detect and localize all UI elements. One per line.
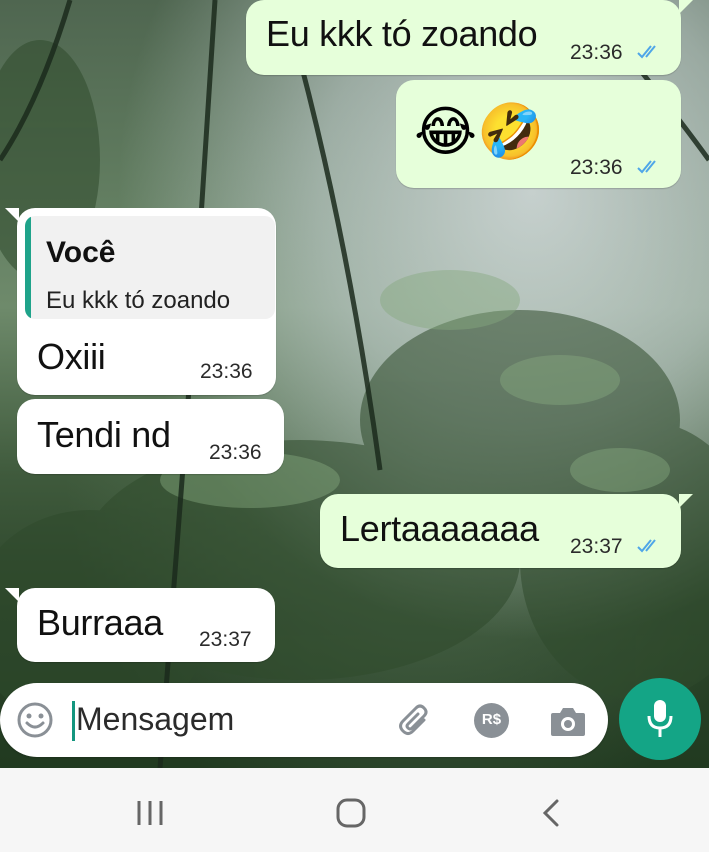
message-input[interactable]: Mensagem bbox=[76, 701, 234, 738]
attach-icon[interactable] bbox=[396, 702, 434, 740]
back-icon[interactable] bbox=[540, 798, 562, 828]
message-time: 23:36 bbox=[570, 156, 623, 179]
camera-icon[interactable] bbox=[549, 704, 587, 738]
bubble-tail bbox=[679, 494, 693, 508]
message-outgoing[interactable]: Eu kkk tó zoando 23:36 bbox=[246, 0, 693, 75]
message-time: 23:36 bbox=[570, 41, 623, 64]
bubble-tail bbox=[5, 208, 19, 222]
message-time: 23:37 bbox=[570, 535, 623, 558]
payment-icon[interactable]: R$ bbox=[474, 703, 509, 738]
message-outgoing[interactable]: Lertaaaaaaa 23:37 bbox=[320, 494, 693, 568]
message-text: Lertaaaaaaa bbox=[340, 508, 539, 549]
message-text: Tendi nd bbox=[37, 414, 171, 455]
message-time: 23:36 bbox=[200, 360, 253, 383]
message-text: Burraaa bbox=[37, 602, 163, 643]
message-incoming[interactable]: Tendi nd 23:36 bbox=[17, 399, 284, 474]
message-text: Oxiii bbox=[37, 336, 106, 377]
message-time: 23:37 bbox=[199, 628, 252, 651]
read-ticks-icon bbox=[637, 45, 656, 59]
home-icon[interactable] bbox=[335, 798, 367, 828]
message-emoji: 😂🤣 bbox=[414, 100, 545, 163]
quote-text: Eu kkk tó zoando bbox=[46, 287, 231, 314]
message-outgoing[interactable]: 😂🤣 23:36 bbox=[396, 80, 681, 188]
payment-icon-label: R$ bbox=[481, 711, 502, 728]
bubble-tail bbox=[5, 588, 19, 602]
read-ticks-icon bbox=[637, 539, 656, 553]
message-time: 23:36 bbox=[209, 441, 262, 464]
message-incoming[interactable]: Burraaa 23:37 bbox=[5, 588, 275, 662]
mic-icon bbox=[647, 700, 673, 737]
system-nav-bar bbox=[0, 768, 709, 852]
mic-button[interactable] bbox=[619, 678, 701, 760]
read-ticks-icon bbox=[637, 160, 656, 174]
message-input-bar[interactable]: Mensagem R$ bbox=[0, 683, 608, 757]
quote-author: Você bbox=[46, 236, 116, 269]
quoted-message[interactable]: Você Eu kkk tó zoando bbox=[25, 216, 275, 319]
emoji-icon[interactable] bbox=[16, 701, 54, 739]
message-incoming[interactable]: Você Eu kkk tó zoando Oxiii 23:36 bbox=[5, 208, 276, 395]
quote-bar bbox=[25, 216, 31, 319]
message-text: Eu kkk tó zoando bbox=[266, 13, 538, 54]
text-caret bbox=[72, 701, 75, 741]
recent-apps-icon[interactable] bbox=[135, 799, 165, 827]
bubble-tail bbox=[679, 0, 693, 14]
